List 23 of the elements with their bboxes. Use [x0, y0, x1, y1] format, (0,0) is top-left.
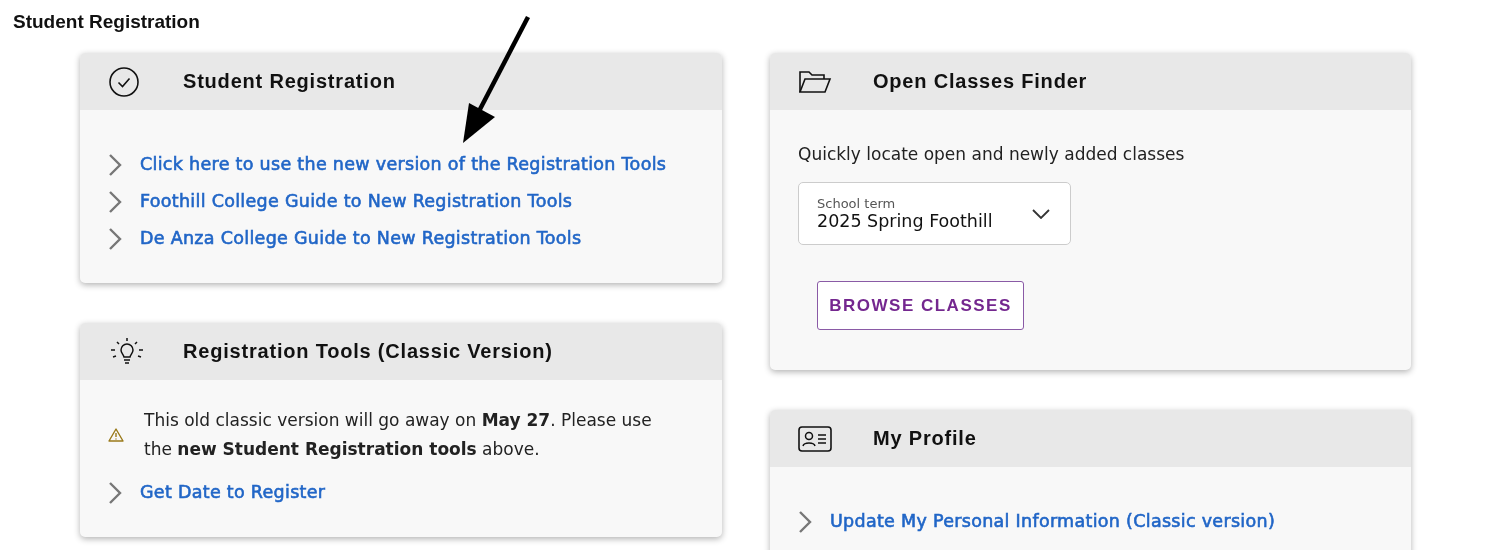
link[interactable]: De Anza College Guide to New Registration Tools: [140, 224, 582, 253]
id-card-icon: [798, 425, 832, 452]
description: Quickly locate open and newly added classes: [798, 144, 1186, 164]
link[interactable]: Foothill College Guide to New Registration Tools: [140, 187, 573, 216]
notice-text: This old classic version will go away on May 27. Please use the new Student Registration tools above.: [144, 409, 653, 461]
link[interactable]: Click here to use the new version of the Registration Tools: [140, 150, 667, 179]
warning-icon: [108, 428, 124, 442]
chevron-right-icon: [798, 509, 812, 534]
link[interactable]: Get Date to Register: [140, 478, 326, 507]
chevron-down-icon: [1032, 209, 1050, 219]
link[interactable]: Update My Personal Information (Classic version): [830, 507, 1275, 536]
browse-classes-button[interactable]: BROWSE CLASSES: [817, 281, 1024, 330]
card-title: Open Classes Finder: [873, 70, 1088, 93]
school-term-select[interactable]: School term 2025 Spring Foothill: [798, 182, 1071, 245]
chevron-right-icon: [108, 226, 122, 251]
chevron-right-icon: [108, 480, 122, 505]
page-title: Student Registration: [12, 10, 201, 34]
check-circle-icon: [108, 65, 140, 98]
chevron-right-icon: [108, 152, 122, 177]
chevron-right-icon: [108, 189, 122, 214]
card-title: Student Registration: [183, 70, 396, 93]
card-title: My Profile: [873, 427, 977, 450]
card-title: Registration Tools (Classic Version): [183, 340, 553, 363]
